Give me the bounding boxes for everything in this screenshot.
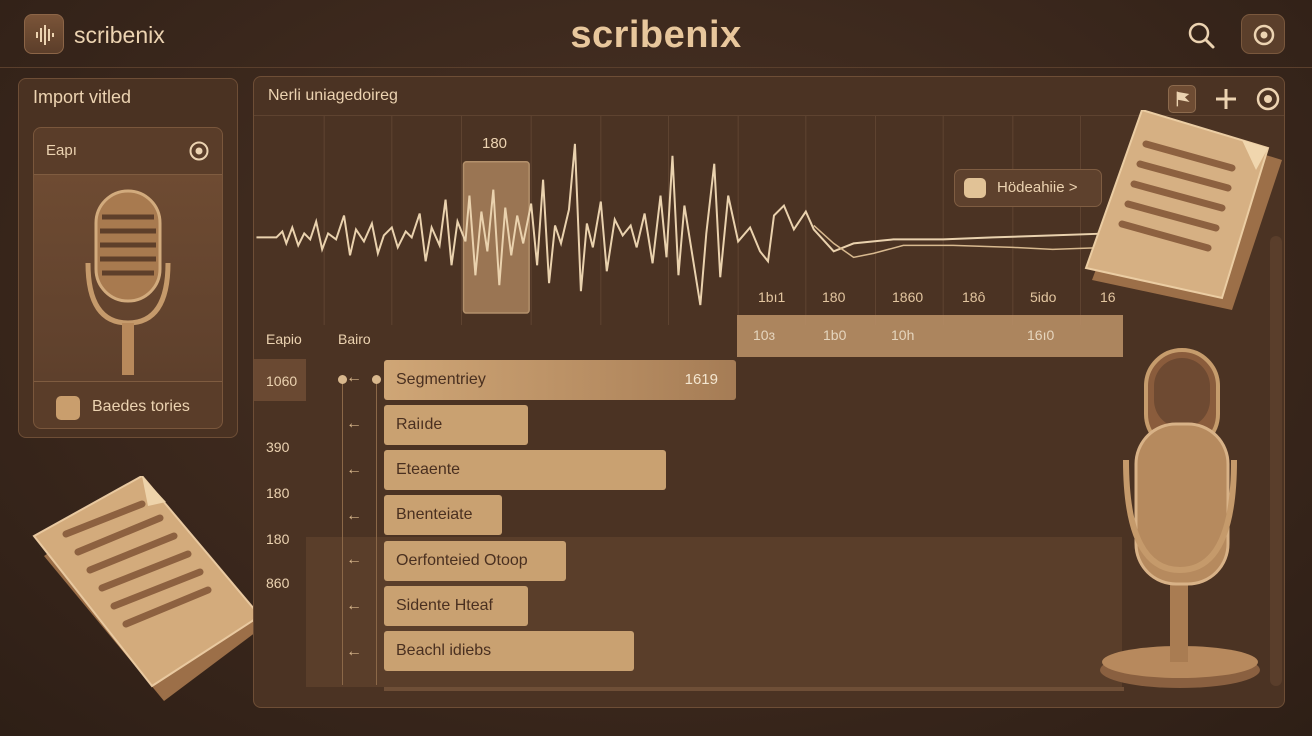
segment-label: Segmentriey — [396, 371, 486, 388]
segment-time: 1619 — [684, 371, 718, 388]
time-ruler: 1bı1 180 1860 18ô 5ido 16 — [734, 289, 1134, 309]
segment-bar[interactable]: Oerfonteied Otoop — [384, 541, 566, 581]
app-title: scribenix — [570, 14, 742, 56]
record-button[interactable] — [1241, 14, 1285, 54]
segment-label: Beachl idiebs — [396, 642, 492, 659]
arrow-icon: ← — [346, 369, 362, 386]
import-panel: Import vitled Eapı Baedes tories — [18, 78, 238, 438]
segment-label: Oerfonteied Otoop — [396, 552, 528, 569]
arrow-icon: ← — [346, 461, 362, 478]
segment-label: Bnenteiate — [396, 506, 473, 523]
segment-bar[interactable]: Eteaente — [384, 450, 666, 490]
row-number: 180 — [266, 531, 290, 547]
timeline-baseline — [384, 687, 1124, 691]
import-card[interactable]: Eapı Baedes tories — [33, 127, 223, 429]
highlight-chip[interactable]: Hödeahiie > — [954, 169, 1102, 207]
scrollbar[interactable] — [1270, 236, 1282, 686]
card-label: Eapı — [46, 142, 77, 159]
search-icon[interactable] — [1184, 18, 1218, 52]
row-number: 390 — [266, 439, 290, 455]
tick-strip-label: 10ɜ — [753, 327, 775, 343]
tick-strip-label: 10h — [891, 327, 915, 343]
time-tick: 1bı1 — [758, 289, 786, 305]
selection-time-label: 180 — [482, 135, 508, 152]
highlight-chip-label: Hödeahiie > — [997, 179, 1078, 196]
time-tick: 5ido — [1030, 289, 1057, 305]
row-number: 1060 — [266, 373, 298, 389]
column-header-end: Bairo — [338, 331, 371, 347]
segment-label: Eteaente — [396, 461, 461, 478]
time-tick: 1860 — [892, 289, 924, 305]
segment-bar[interactable]: Sidente Hteaf — [384, 586, 528, 626]
card-preview — [34, 174, 222, 382]
target-icon[interactable] — [188, 140, 210, 162]
row-number: 860 — [266, 575, 290, 591]
tick-strip[interactable]: 10ɜ 1b0 10h 16ı0 — [737, 315, 1123, 357]
tick-strip-label: 16ı0 — [1027, 327, 1055, 343]
segment-bar[interactable]: Beachl idiebs — [384, 631, 634, 671]
timeline-toolbar — [1168, 85, 1280, 113]
timeline-title: Nerli uniagedoireg — [268, 87, 398, 104]
time-tick: 180 — [822, 289, 846, 305]
record-icon[interactable] — [1254, 85, 1282, 113]
segment-bar[interactable]: Segmentriey 1619 — [384, 360, 736, 400]
column-header-start: Eapio — [266, 331, 302, 347]
import-panel-title: Import vitled — [33, 87, 132, 107]
segment-bar[interactable]: Raiıde — [384, 405, 528, 445]
highlight-icon — [964, 178, 986, 198]
bookmarks-button[interactable]: Baedes tories — [56, 394, 206, 422]
microphone-icon — [1100, 348, 1260, 688]
document-icon — [1084, 110, 1282, 310]
plus-icon[interactable] — [1212, 85, 1240, 113]
microphone-icon — [85, 189, 171, 375]
document-icon — [32, 476, 264, 701]
tick-strip-label: 1b0 — [823, 327, 847, 343]
bookmark-icon — [56, 396, 80, 420]
app-header: scribenix scribenix — [0, 0, 1312, 68]
row-number: 180 — [266, 485, 290, 501]
segment-bar[interactable]: Bnenteiate — [384, 495, 502, 535]
arrow-icon: ← — [346, 415, 362, 432]
segment-label: Sidente Hteaf — [396, 597, 493, 614]
rail-line — [342, 377, 343, 685]
bookmarks-label: Baedes tories — [92, 398, 190, 415]
arrow-icon: ← — [346, 597, 362, 614]
rail-dot[interactable] — [372, 375, 381, 384]
arrow-icon: ← — [346, 507, 362, 524]
record-icon — [1253, 24, 1275, 46]
time-tick: 18ô — [962, 289, 986, 305]
flag-icon[interactable] — [1168, 85, 1196, 113]
rail-line — [376, 377, 377, 685]
segment-label: Raiıde — [396, 416, 443, 433]
arrow-icon: ← — [346, 643, 362, 660]
arrow-icon: ← — [346, 551, 362, 568]
